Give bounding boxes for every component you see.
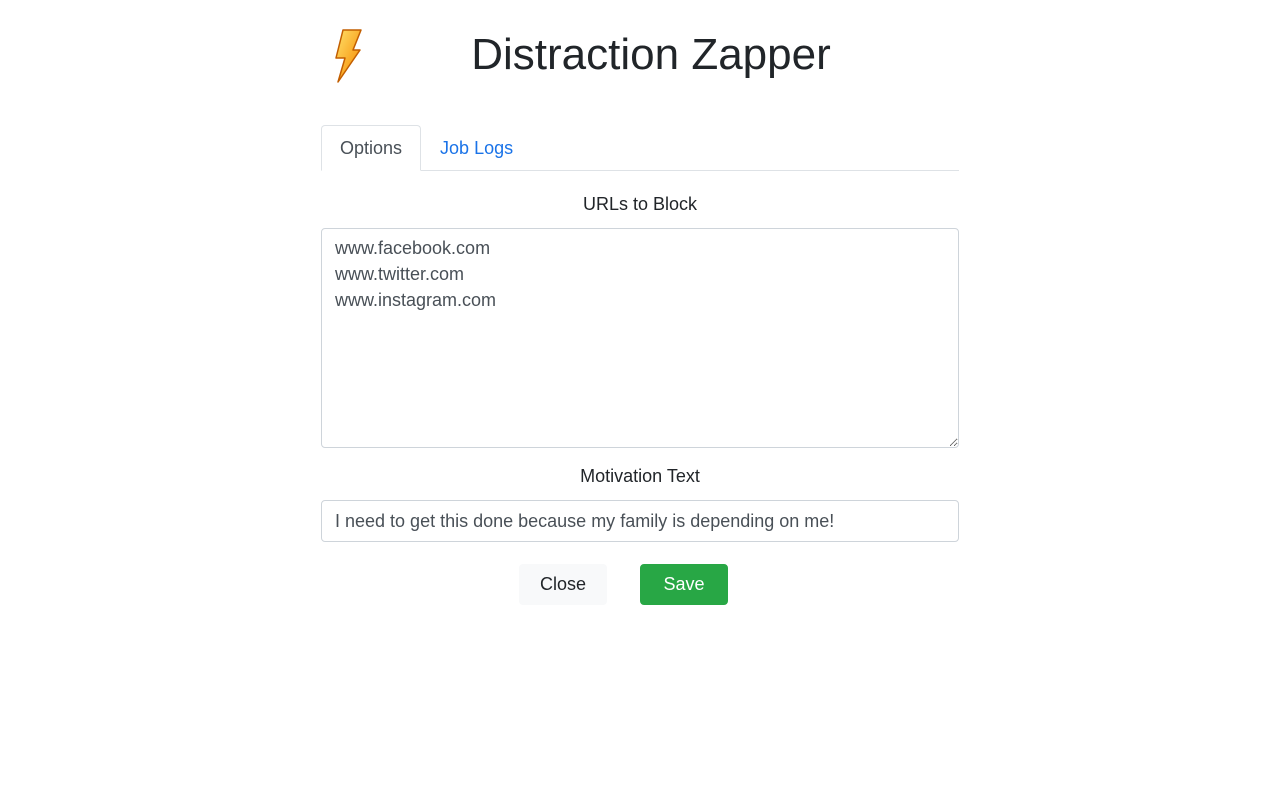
motivation-text-label: Motivation Text <box>580 466 700 486</box>
close-button[interactable]: Close <box>519 564 607 605</box>
motivation-text-input[interactable] <box>321 500 959 542</box>
header: Distraction Zapper <box>321 0 959 110</box>
tab-bar: Options Job Logs <box>321 125 959 171</box>
urls-to-block-label: URLs to Block <box>582 194 698 214</box>
tab-options[interactable]: Options <box>321 125 422 171</box>
page-title: Distraction Zapper <box>471 30 831 79</box>
tab-job-logs[interactable]: Job Logs <box>421 125 532 170</box>
save-button[interactable]: Save <box>640 564 728 605</box>
urls-to-block-textarea[interactable] <box>321 228 959 448</box>
options-page: Distraction Zapper Options Job Logs URLs… <box>321 0 959 605</box>
